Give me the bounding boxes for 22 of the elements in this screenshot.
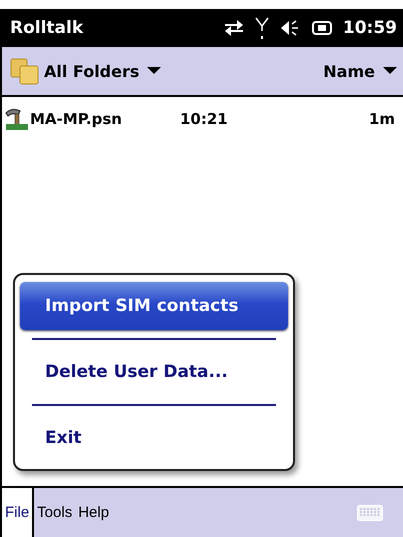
file-name[interactable]: MA-MP.psn (30, 110, 180, 128)
folder-dropdown[interactable]: All Folders (44, 62, 162, 80)
keyboard-icon[interactable] (357, 504, 383, 520)
hammer-icon (4, 107, 30, 131)
battery-icon (310, 20, 333, 36)
file-size: 1m (368, 110, 395, 128)
speaker-icon (278, 19, 301, 37)
menu-bar-item[interactable]: File (0, 488, 34, 537)
menu-item[interactable]: Delete User Data... (20, 348, 288, 396)
caret-icon (147, 67, 162, 75)
menu-item[interactable]: Import SIM contacts (20, 282, 288, 330)
sort-dropdown[interactable]: Name (323, 62, 397, 80)
menu-bar-item[interactable]: Help (75, 488, 112, 537)
window-title: Rolltalk (10, 18, 84, 38)
folder-icon (10, 57, 40, 85)
clock-time: 10:59 (342, 18, 397, 38)
menu-item[interactable]: Exit (20, 414, 288, 462)
file-time: 10:21 (180, 110, 229, 128)
caret-icon (383, 67, 397, 75)
connection-icon (222, 18, 245, 38)
signal-icon (254, 17, 269, 39)
menu-bar-item[interactable]: Tools (34, 488, 76, 537)
